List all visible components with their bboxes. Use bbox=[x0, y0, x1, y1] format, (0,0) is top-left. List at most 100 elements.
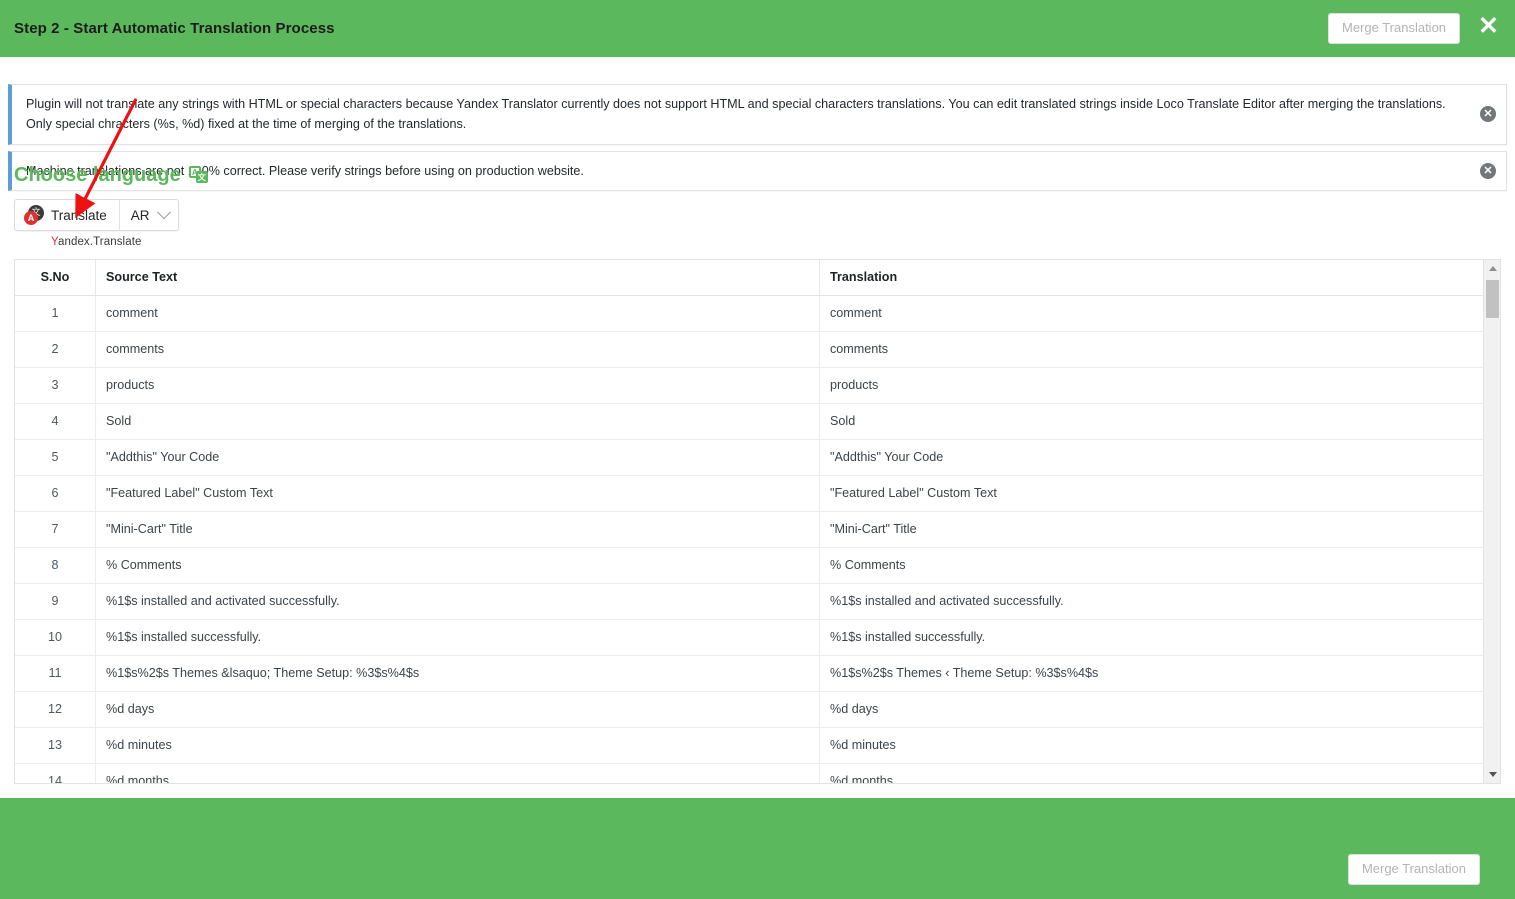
scroll-up-arrow-icon[interactable] bbox=[1484, 260, 1501, 277]
modal-header: Step 2 - Start Automatic Translation Pro… bbox=[0, 0, 1515, 57]
row-translation-text: "Mini-Cart" Title bbox=[820, 512, 1484, 548]
row-number: 7 bbox=[15, 512, 96, 548]
row-translation-text: %1$s installed and activated successfull… bbox=[820, 584, 1484, 620]
row-number: 5 bbox=[15, 440, 96, 476]
row-number: 11 bbox=[15, 656, 96, 692]
row-translation-text: %d days bbox=[820, 692, 1484, 728]
row-source-text: "Addthis" Your Code bbox=[96, 440, 820, 476]
chevron-down-icon bbox=[156, 205, 170, 219]
column-header-translation: Translation bbox=[820, 260, 1484, 296]
row-translation-text: "Featured Label" Custom Text bbox=[820, 476, 1484, 512]
column-header-source-text: Source Text bbox=[96, 260, 820, 296]
dismiss-icon[interactable]: ✕ bbox=[1480, 106, 1496, 122]
table-row: 3productsproducts bbox=[15, 368, 1483, 404]
yandex-brand-label: Yandex.Translate bbox=[51, 236, 141, 248]
row-translation-text: comment bbox=[820, 296, 1484, 332]
row-number: 10 bbox=[15, 620, 96, 656]
table-row: 5"Addthis" Your Code"Addthis" Your Code bbox=[15, 440, 1483, 476]
translation-table: S.No Source Text Translation 1commentcom… bbox=[15, 260, 1483, 783]
notice-text: Plugin will not translate any strings wi… bbox=[26, 97, 1446, 131]
choose-language-section: Choose language A 文 文 A Translate AR bbox=[14, 163, 209, 248]
header-actions: Merge Translation ✕ bbox=[1328, 13, 1503, 44]
yandex-brand-rest: andex.Translate bbox=[58, 236, 142, 248]
row-source-text: Sold bbox=[96, 404, 820, 440]
row-translation-text: %d months bbox=[820, 764, 1484, 784]
row-source-text: %d days bbox=[96, 692, 820, 728]
table-row: 1commentcomment bbox=[15, 296, 1483, 332]
row-number: 12 bbox=[15, 692, 96, 728]
translate-button[interactable]: 文 A Translate bbox=[15, 200, 120, 230]
table-row: 12%d days%d days bbox=[15, 692, 1483, 728]
translate-button-label: Translate bbox=[51, 208, 107, 223]
table-row: 6"Featured Label" Custom Text"Featured L… bbox=[15, 476, 1483, 512]
translation-table-container: S.No Source Text Translation 1commentcom… bbox=[14, 259, 1501, 784]
vertical-scrollbar[interactable] bbox=[1483, 260, 1500, 783]
table-row: 14%d months%d months bbox=[15, 764, 1483, 784]
merge-translation-button-bottom[interactable]: Merge Translation bbox=[1348, 854, 1480, 885]
row-source-text: products bbox=[96, 368, 820, 404]
choose-language-label: Choose language bbox=[14, 163, 181, 187]
row-source-text: % Comments bbox=[96, 548, 820, 584]
row-source-text: %1$s%2$s Themes &lsaquo; Theme Setup: %3… bbox=[96, 656, 820, 692]
yandex-translate-icon: 文 A bbox=[24, 205, 44, 225]
selected-language-code: AR bbox=[131, 208, 150, 223]
row-number: 2 bbox=[15, 332, 96, 368]
modal-footer: Merge Translation bbox=[0, 798, 1515, 899]
row-number: 8 bbox=[15, 548, 96, 584]
table-body: 1commentcomment2commentscomments3product… bbox=[15, 296, 1483, 784]
page-title: Step 2 - Start Automatic Translation Pro… bbox=[14, 20, 335, 37]
table-row: 7"Mini-Cart" Title"Mini-Cart" Title bbox=[15, 512, 1483, 548]
merge-translation-button-top[interactable]: Merge Translation bbox=[1328, 13, 1460, 44]
dismiss-icon[interactable]: ✕ bbox=[1480, 163, 1496, 179]
yandex-translate-widget: 文 A Translate AR Yandex.Translate bbox=[14, 199, 179, 248]
translation-table-scroll-area[interactable]: S.No Source Text Translation 1commentcom… bbox=[15, 260, 1483, 783]
row-source-text: "Featured Label" Custom Text bbox=[96, 476, 820, 512]
close-icon[interactable]: ✕ bbox=[1474, 14, 1503, 42]
row-number: 6 bbox=[15, 476, 96, 512]
row-translation-text: % Comments bbox=[820, 548, 1484, 584]
row-translation-text: comments bbox=[820, 332, 1484, 368]
translate-icon-glyph: 文 bbox=[196, 171, 208, 183]
language-select[interactable]: AR bbox=[120, 200, 178, 230]
yandex-widget-row: 文 A Translate AR bbox=[14, 199, 179, 231]
row-translation-text: Sold bbox=[820, 404, 1484, 440]
row-translation-text: %1$s installed successfully. bbox=[820, 620, 1484, 656]
table-header-row: S.No Source Text Translation bbox=[15, 260, 1483, 296]
row-translation-text: products bbox=[820, 368, 1484, 404]
scroll-down-arrow-icon[interactable] bbox=[1484, 766, 1501, 783]
row-source-text: %d minutes bbox=[96, 728, 820, 764]
table-row: 11%1$s%2$s Themes &lsaquo; Theme Setup: … bbox=[15, 656, 1483, 692]
row-number: 14 bbox=[15, 764, 96, 784]
row-number: 1 bbox=[15, 296, 96, 332]
table-row: 10%1$s installed successfully.%1$s insta… bbox=[15, 620, 1483, 656]
yandex-letter-a-badge: A bbox=[24, 211, 38, 225]
row-translation-text: %d minutes bbox=[820, 728, 1484, 764]
choose-language-heading: Choose language A 文 bbox=[14, 163, 209, 187]
table-row: 9%1$s installed and activated successful… bbox=[15, 584, 1483, 620]
row-source-text: %1$s installed and activated successfull… bbox=[96, 584, 820, 620]
table-row: 8% Comments% Comments bbox=[15, 548, 1483, 584]
table-row: 4SoldSold bbox=[15, 404, 1483, 440]
row-number: 13 bbox=[15, 728, 96, 764]
table-row: 2commentscomments bbox=[15, 332, 1483, 368]
table-row: 13%d minutes%d minutes bbox=[15, 728, 1483, 764]
row-source-text: comment bbox=[96, 296, 820, 332]
notice-html-special-characters: Plugin will not translate any strings wi… bbox=[8, 84, 1507, 145]
row-number: 3 bbox=[15, 368, 96, 404]
translate-icon: A 文 bbox=[189, 166, 209, 184]
row-translation-text: %1$s%2$s Themes ‹ Theme Setup: %3$s%4$s bbox=[820, 656, 1484, 692]
scrollbar-thumb[interactable] bbox=[1486, 280, 1499, 318]
yandex-brand-y: Y bbox=[51, 236, 58, 248]
row-source-text: "Mini-Cart" Title bbox=[96, 512, 820, 548]
column-header-sno: S.No bbox=[15, 260, 96, 296]
row-source-text: %d months bbox=[96, 764, 820, 784]
notice-list: Plugin will not translate any strings wi… bbox=[0, 57, 1515, 191]
row-source-text: %1$s installed successfully. bbox=[96, 620, 820, 656]
table-head: S.No Source Text Translation bbox=[15, 260, 1483, 296]
row-number: 4 bbox=[15, 404, 96, 440]
row-number: 9 bbox=[15, 584, 96, 620]
row-source-text: comments bbox=[96, 332, 820, 368]
notice-machine-translation-accuracy: Machine translations are not 100% correc… bbox=[8, 151, 1507, 191]
translation-modal: Step 2 - Start Automatic Translation Pro… bbox=[0, 0, 1515, 899]
row-translation-text: "Addthis" Your Code bbox=[820, 440, 1484, 476]
